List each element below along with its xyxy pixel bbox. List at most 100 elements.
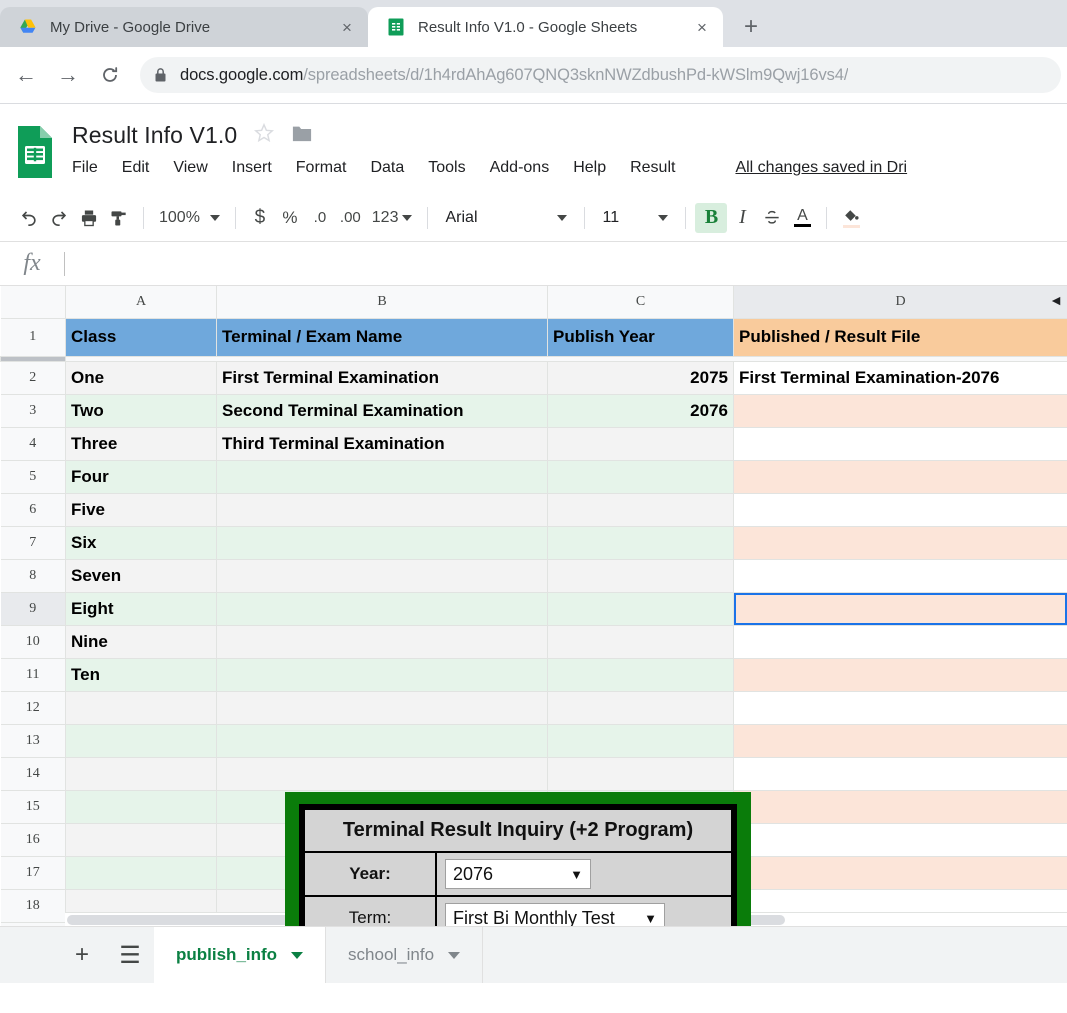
cell-a11[interactable]: Ten [65,657,217,692]
row-header[interactable]: 9 [0,591,66,626]
cell-d6[interactable] [733,492,1067,527]
cell-d13[interactable] [733,723,1067,758]
menu-file[interactable]: File [72,159,98,177]
cell-a9[interactable]: Eight [65,591,217,626]
save-status-label[interactable]: All changes saved in Dri [735,159,907,177]
menu-insert[interactable]: Insert [232,159,272,177]
cell-a7[interactable]: Six [65,525,217,560]
all-sheets-button[interactable]: ☰ [106,927,154,983]
row-header[interactable]: 7 [0,525,66,560]
cell-d8[interactable] [733,558,1067,593]
chevron-down-icon[interactable] [291,951,304,959]
cell-a13[interactable] [65,723,217,758]
row-header[interactable]: 12 [0,690,66,725]
cell-d11[interactable] [733,657,1067,692]
row-header[interactable]: 10 [0,624,66,659]
formula-input[interactable] [65,242,1067,285]
sheet-tab-school-info[interactable]: school_info [326,927,484,983]
menu-help[interactable]: Help [573,159,606,177]
menu-add-ons[interactable]: Add-ons [490,159,550,177]
browser-tab-drive[interactable]: My Drive - Google Drive × [0,7,368,47]
cell-b4[interactable]: Third Terminal Examination [216,426,548,461]
cell-a16[interactable] [65,822,217,857]
cell-c9[interactable] [547,591,734,626]
cell-a12[interactable] [65,690,217,725]
row-header[interactable]: 6 [0,492,66,527]
italic-button[interactable]: I [727,203,757,233]
year-select[interactable]: 2076 ▼ [445,859,591,889]
column-header-a[interactable]: A [65,286,217,319]
fill-color-button[interactable] [836,203,866,233]
cell-a3[interactable]: Two [65,393,217,428]
text-color-button[interactable]: A [787,203,817,233]
row-header[interactable]: 15 [0,789,66,824]
cell-a2[interactable]: One [65,360,217,395]
folder-icon[interactable] [291,123,313,148]
cell-b3[interactable]: Second Terminal Examination [216,393,548,428]
cell-d12[interactable] [733,690,1067,725]
menu-format[interactable]: Format [296,159,347,177]
strikethrough-button[interactable] [757,203,787,233]
cell-b2[interactable]: First Terminal Examination [216,360,548,395]
row-header[interactable]: 14 [0,756,66,791]
back-icon[interactable]: ← [6,55,46,95]
cell-c2[interactable]: 2075 [547,360,734,395]
font-size-selector[interactable]: 11 [594,203,676,233]
cell-c3[interactable]: 2076 [547,393,734,428]
sheet-tab-publish-info[interactable]: publish_info [154,927,327,983]
cell-d9[interactable] [733,591,1067,626]
cell-d7[interactable] [733,525,1067,560]
cell-b7[interactable] [216,525,548,560]
paint-format-icon[interactable] [104,203,134,233]
cell-b5[interactable] [216,459,548,494]
cell-d17[interactable] [733,855,1067,890]
cell-c5[interactable] [547,459,734,494]
bold-button[interactable]: B [695,202,728,233]
cell-c8[interactable] [547,558,734,593]
menu-view[interactable]: View [173,159,207,177]
cell-b11[interactable] [216,657,548,692]
close-icon[interactable]: × [691,16,713,38]
cell-b9[interactable] [216,591,548,626]
cell-d5[interactable] [733,459,1067,494]
cell-a15[interactable] [65,789,217,824]
cell-d4[interactable] [733,426,1067,461]
cell-d3[interactable] [733,393,1067,428]
percent-format-button[interactable]: % [275,203,305,233]
row-header[interactable]: 4 [0,426,66,461]
cell-b8[interactable] [216,558,548,593]
cell-a4[interactable]: Three [65,426,217,461]
row-header[interactable]: 5 [0,459,66,494]
term-select[interactable]: First Bi Monthly Test ▼ [445,903,665,926]
browser-tab-sheets[interactable]: Result Info V1.0 - Google Sheets × [368,7,723,47]
cell-c13[interactable] [547,723,734,758]
cell-c14[interactable] [547,756,734,791]
decrease-decimal-button[interactable]: .0 [305,203,335,233]
menu-result[interactable]: Result [630,159,675,177]
column-header-d[interactable]: D ◄ [733,286,1067,319]
undo-icon[interactable] [14,203,44,233]
row-header[interactable]: 8 [0,558,66,593]
increase-decimal-button[interactable]: .00 [335,203,366,233]
cell-d10[interactable] [733,624,1067,659]
cell-b10[interactable] [216,624,548,659]
new-tab-button[interactable]: + [731,7,771,47]
zoom-selector[interactable]: 100% [153,203,226,233]
cell-b6[interactable] [216,492,548,527]
font-family-selector[interactable]: Arial [437,203,575,233]
cell-d15[interactable] [733,789,1067,824]
page-title[interactable]: Result Info V1.0 [72,122,237,149]
star-icon[interactable] [253,122,275,149]
cell-c12[interactable] [547,690,734,725]
cell-c7[interactable] [547,525,734,560]
cell-d1[interactable]: Published / Result File [733,317,1067,357]
cell-d16[interactable] [733,822,1067,857]
row-header[interactable]: 3 [0,393,66,428]
currency-format-button[interactable]: $ [245,203,275,233]
print-icon[interactable] [74,203,104,233]
cell-d14[interactable] [733,756,1067,791]
cell-c1[interactable]: Publish Year [547,317,734,357]
row-header[interactable]: 2 [0,360,66,395]
cell-a5[interactable]: Four [65,459,217,494]
cell-a6[interactable]: Five [65,492,217,527]
